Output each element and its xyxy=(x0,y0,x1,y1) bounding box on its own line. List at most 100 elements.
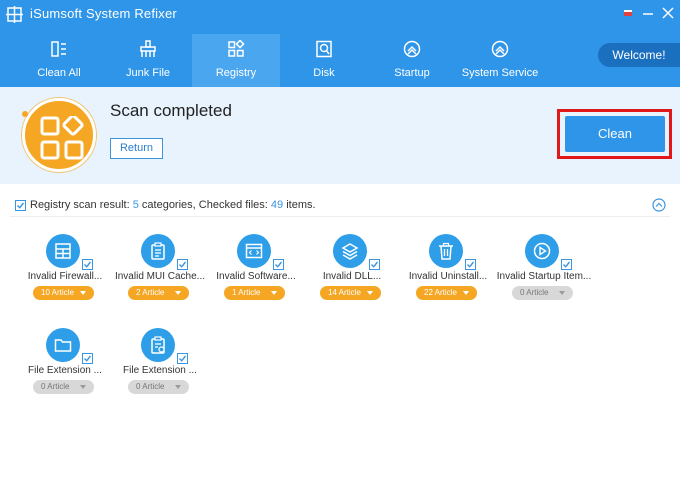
article-count: 0 Article xyxy=(520,288,549,297)
article-count: 14 Article xyxy=(328,288,361,297)
tab-startup[interactable]: Startup xyxy=(368,34,456,87)
category-invalid-mui-cache[interactable]: Invalid MUI Cache... 2 Article xyxy=(112,234,208,314)
chevron-down-icon xyxy=(80,291,86,295)
tab-label: Clean All xyxy=(37,67,81,79)
chevron-down-icon xyxy=(271,291,277,295)
summary-prefix: Registry scan result: xyxy=(30,199,130,211)
file-settings-icon xyxy=(151,336,165,354)
title-bar: iSumsoft System Refixer xyxy=(0,0,680,28)
article-count: 22 Article xyxy=(424,288,457,297)
category-icon-bg xyxy=(429,234,463,268)
article-count-dropdown[interactable]: 2 Article xyxy=(128,286,189,300)
firewall-icon xyxy=(55,243,71,259)
category-label: Invalid MUI Cache... xyxy=(114,271,206,282)
summary-category-count: 5 xyxy=(132,199,139,211)
service-icon xyxy=(491,40,509,58)
category-file-extension-2[interactable]: File Extension ... 0 Article xyxy=(112,328,208,408)
category-label: File Extension ... xyxy=(123,365,197,376)
category-checkbox[interactable] xyxy=(82,259,93,270)
clipboard-icon xyxy=(151,242,165,260)
tab-label: Startup xyxy=(394,67,430,79)
category-label: Invalid DLL... xyxy=(322,271,382,282)
registry-icon xyxy=(228,40,245,57)
menu-flag-icon[interactable] xyxy=(620,5,636,21)
article-count: 1 Article xyxy=(232,288,261,297)
article-count: 10 Article xyxy=(41,288,74,297)
category-checkbox[interactable] xyxy=(465,259,476,270)
article-count-dropdown[interactable]: 14 Article xyxy=(320,286,381,300)
category-checkbox[interactable] xyxy=(82,353,93,364)
chevron-down-icon xyxy=(367,291,373,295)
app-logo-icon xyxy=(6,6,23,23)
article-count-dropdown[interactable]: 22 Article xyxy=(416,286,477,300)
tab-label: Registry xyxy=(215,67,257,79)
category-label: File Extension ... xyxy=(28,365,102,376)
tab-disk[interactable]: Disk xyxy=(280,34,368,87)
category-invalid-uninstall[interactable]: Invalid Uninstall... 22 Article xyxy=(400,234,496,314)
article-count-dropdown[interactable]: 0 Article xyxy=(33,380,94,394)
clean-button[interactable]: Clean xyxy=(565,116,665,152)
article-count-dropdown[interactable]: 10 Article xyxy=(33,286,94,300)
article-count: 0 Article xyxy=(136,382,165,391)
layers-icon xyxy=(341,243,359,260)
category-invalid-software[interactable]: Invalid Software... 1 Article xyxy=(208,234,304,314)
minimize-icon[interactable] xyxy=(640,5,656,21)
tab-system-service[interactable]: System Service xyxy=(456,34,544,87)
tab-registry[interactable]: Registry xyxy=(192,34,280,87)
summary-file-count: 49 xyxy=(270,199,284,211)
collapse-chevron-up-icon[interactable] xyxy=(652,198,666,212)
chevron-down-icon xyxy=(80,385,86,389)
category-checkbox[interactable] xyxy=(561,259,572,270)
play-icon xyxy=(533,242,551,260)
category-icon-bg xyxy=(237,234,271,268)
category-label: Invalid Firewall... xyxy=(27,271,103,282)
category-icon-bg xyxy=(333,234,367,268)
summary-suffix: items. xyxy=(286,199,316,211)
return-button[interactable]: Return xyxy=(110,138,163,159)
close-icon[interactable] xyxy=(660,5,676,21)
category-icon-bg xyxy=(141,234,175,268)
category-label: Invalid Software... xyxy=(216,271,296,282)
tab-clean-all[interactable]: Clean All xyxy=(14,34,104,87)
select-all-checkbox[interactable] xyxy=(15,199,26,211)
registry-status-badge xyxy=(22,98,96,172)
article-count-dropdown[interactable]: 1 Article xyxy=(224,286,285,300)
category-invalid-dll[interactable]: Invalid DLL... 14 Article xyxy=(304,234,400,314)
category-checkbox[interactable] xyxy=(273,259,284,270)
article-count-dropdown[interactable]: 0 Article xyxy=(512,286,573,300)
disk-icon xyxy=(316,40,332,58)
tab-label: System Service xyxy=(461,67,539,79)
article-count: 2 Article xyxy=(136,288,165,297)
category-file-extension-1[interactable]: File Extension ... 0 Article xyxy=(17,328,113,408)
software-window-icon xyxy=(245,243,263,259)
category-invalid-firewall[interactable]: Invalid Firewall... 10 Article xyxy=(17,234,113,314)
tab-label: Disk xyxy=(313,67,335,79)
article-count-dropdown[interactable]: 0 Article xyxy=(128,380,189,394)
orbit-dot xyxy=(22,111,28,117)
welcome-button[interactable]: Welcome! xyxy=(598,43,680,67)
category-icon-bg xyxy=(46,328,80,362)
registry-large-icon xyxy=(40,116,84,160)
category-icon-bg xyxy=(141,328,175,362)
chevron-down-icon xyxy=(463,291,469,295)
folder-icon xyxy=(54,339,72,352)
category-invalid-startup-item[interactable]: Invalid Startup Item... 0 Article xyxy=(496,234,592,314)
category-checkbox[interactable] xyxy=(177,353,188,364)
chevron-down-icon xyxy=(175,385,181,389)
tab-junk-file[interactable]: Junk File xyxy=(104,34,192,87)
category-label: Invalid Startup Item... xyxy=(496,271,592,282)
category-icon-bg xyxy=(525,234,559,268)
scan-summary: Registry scan result: 5 categories, Chec… xyxy=(15,199,316,211)
window-title: iSumsoft System Refixer xyxy=(30,6,177,21)
chevron-down-icon xyxy=(175,291,181,295)
summary-mid: categories, Checked files: xyxy=(141,199,268,211)
tab-label: Junk File xyxy=(125,67,171,79)
main-nav: Clean All Junk File Registry Disk Startu… xyxy=(14,34,544,87)
top-bar: iSumsoft System Refixer Clean All Junk F… xyxy=(0,0,680,87)
category-checkbox[interactable] xyxy=(177,259,188,270)
trash-icon xyxy=(439,242,453,260)
clean-all-icon xyxy=(51,41,66,57)
category-checkbox[interactable] xyxy=(369,259,380,270)
divider xyxy=(10,216,670,217)
article-count: 0 Article xyxy=(41,382,70,391)
